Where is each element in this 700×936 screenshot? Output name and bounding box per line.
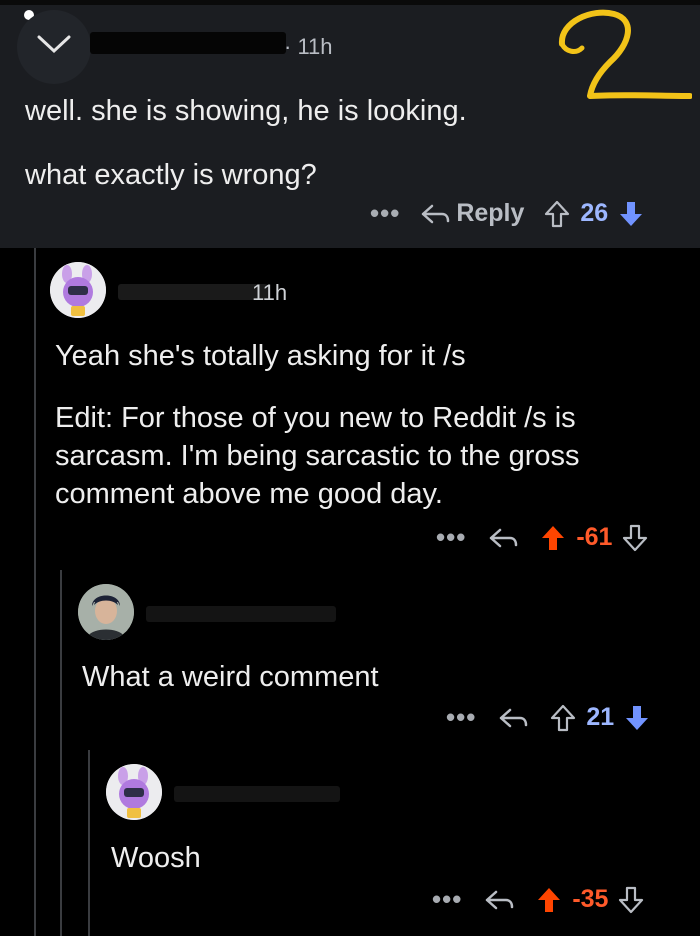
comment-paragraph: Woosh bbox=[111, 842, 201, 874]
comment-paragraph: Yeah she's totally asking for it /s bbox=[55, 340, 466, 372]
vote-widget: 26 bbox=[544, 199, 644, 228]
upvote-filled-icon[interactable] bbox=[536, 886, 562, 914]
more-options-button[interactable]: ••• bbox=[436, 522, 466, 553]
comment-paragraph: what exactly is wrong? bbox=[25, 159, 317, 191]
more-options-button[interactable]: ••• bbox=[370, 198, 400, 229]
score: 26 bbox=[580, 199, 609, 227]
downvote-outline-icon[interactable] bbox=[622, 524, 648, 552]
thread-line bbox=[34, 248, 36, 936]
chevron-down-icon bbox=[37, 34, 71, 54]
comment-body: Woosh bbox=[111, 839, 611, 877]
more-options-button[interactable]: ••• bbox=[432, 884, 462, 915]
reply-button[interactable] bbox=[498, 707, 528, 729]
comment-paragraph: Edit: For those of you new to Reddit /s … bbox=[55, 402, 580, 510]
thread-line bbox=[60, 570, 62, 936]
comment-actions: ••• 21 bbox=[446, 702, 650, 733]
avatar bbox=[106, 764, 162, 820]
comment-timestamp: · 11h bbox=[284, 34, 333, 59]
highlighted-comment: · 11h well. she is showing, he is lookin… bbox=[0, 0, 700, 248]
upvote-filled-icon[interactable] bbox=[540, 524, 566, 552]
vote-widget: -35 bbox=[536, 885, 644, 914]
downvote-filled-icon[interactable] bbox=[624, 704, 650, 732]
reply-arrow-icon bbox=[420, 203, 450, 225]
redacted-username bbox=[146, 606, 336, 622]
comment-actions: ••• Reply 26 bbox=[370, 198, 644, 229]
upvote-outline-icon[interactable] bbox=[550, 704, 576, 732]
comment-paragraph: well. she is showing, he is looking. bbox=[25, 95, 467, 127]
redacted-username bbox=[118, 284, 268, 300]
reply-button[interactable] bbox=[488, 527, 518, 549]
collapse-thread-button[interactable] bbox=[17, 10, 91, 84]
thread-line bbox=[88, 750, 90, 936]
comment-body: Yeah she's totally asking for it /s Edit… bbox=[55, 337, 675, 513]
vote-widget: -61 bbox=[540, 523, 648, 552]
reply-button[interactable] bbox=[484, 889, 514, 911]
reply-label: Reply bbox=[456, 199, 525, 227]
avatar bbox=[50, 262, 106, 318]
reply-button[interactable]: Reply bbox=[420, 199, 524, 228]
score: -61 bbox=[576, 523, 613, 551]
comment-body: well. she is showing, he is looking. wha… bbox=[25, 92, 665, 194]
downvote-filled-icon[interactable] bbox=[618, 200, 644, 228]
downvote-outline-icon[interactable] bbox=[618, 886, 644, 914]
score: -35 bbox=[572, 885, 609, 913]
avatar bbox=[78, 584, 134, 640]
comment-actions: ••• -35 bbox=[432, 884, 644, 915]
more-options-button[interactable]: ••• bbox=[446, 702, 476, 733]
upvote-outline-icon[interactable] bbox=[544, 200, 570, 228]
score: 21 bbox=[586, 703, 615, 731]
comment-body: What a weird comment bbox=[82, 658, 662, 696]
redacted-username bbox=[174, 786, 340, 802]
handwritten-number-annotation bbox=[552, 4, 692, 104]
comment-actions: ••• -61 bbox=[436, 522, 648, 553]
vote-widget: 21 bbox=[550, 703, 650, 732]
comment-timestamp: 11h bbox=[252, 280, 288, 305]
redacted-username bbox=[90, 32, 286, 54]
comment-paragraph: What a weird comment bbox=[82, 661, 379, 693]
